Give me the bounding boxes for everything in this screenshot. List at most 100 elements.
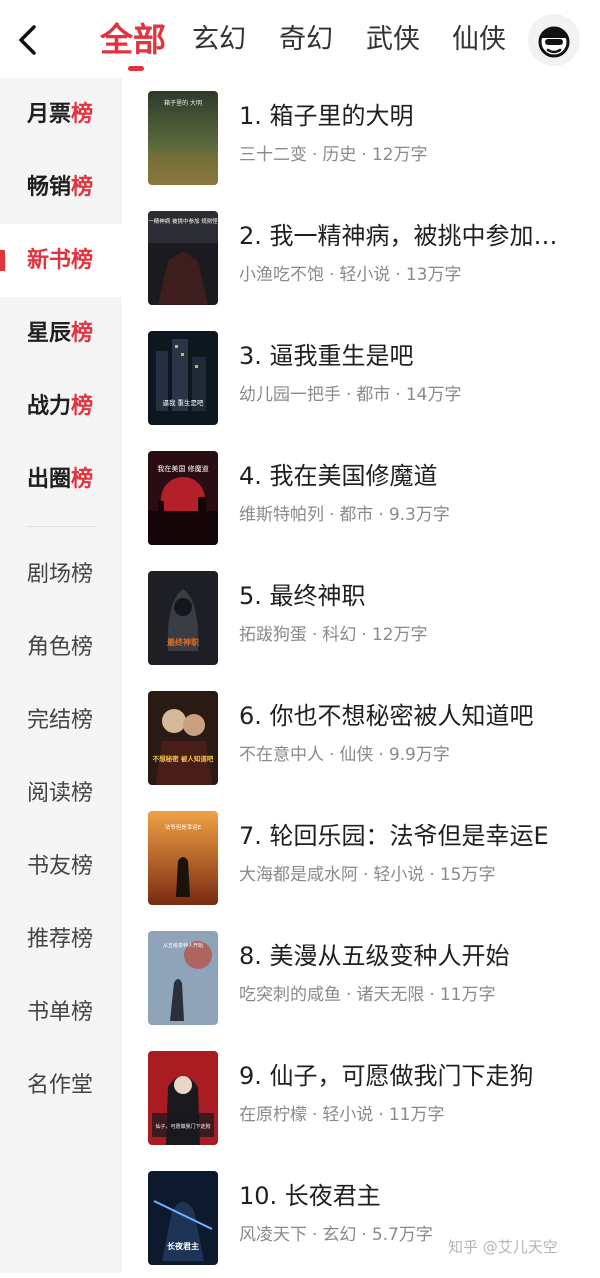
book-word-count: 13万字 [405, 265, 462, 285]
cover-title-text: 我在美国 修魔道 [157, 464, 208, 473]
tab-all[interactable]: 全部 [100, 18, 166, 71]
book-genre: 仙侠 [339, 745, 374, 765]
cover-title-text: 逼我 重生是吧 [162, 398, 204, 407]
book-author: 在原柠檬 [239, 1105, 307, 1125]
sidebar-item-recommend[interactable]: 推荐榜 [0, 903, 122, 976]
book-genre: 科幻 [322, 625, 357, 645]
book-word-count: 11万字 [388, 1105, 445, 1125]
watermark: 知乎 @艾儿天空 [448, 1238, 558, 1256]
sidebar-item-completed[interactable]: 完结榜 [0, 684, 122, 757]
book-item[interactable]: 仙子，可愿做我门下走狗 9. 仙子，可愿做我门下走狗 在原柠檬 · 轻小说 · 11万字 [122, 1038, 600, 1158]
sidebar-item-breakout[interactable]: 出圈榜 [0, 443, 122, 516]
book-meta: 小渔吃不饱 · 轻小说 · 13万字 [239, 265, 462, 285]
book-item[interactable]: 我一精神病 被挑中参加 规则怪谈 2. 我一精神病，被挑中参加规则怪谈 小渔吃不… [122, 198, 600, 318]
sidebar-item-suffix: 榜 [71, 394, 94, 419]
book-cover: 法爷但是幸运E [148, 811, 218, 905]
book-meta: 不在意中人 · 仙侠 · 9.9万字 [239, 745, 450, 765]
book-meta: 维斯特帕列 · 都市 · 9.3万字 [239, 505, 450, 525]
book-title: 1. 箱子里的大明 [239, 102, 414, 130]
book-title: 10. 长夜君主 [239, 1182, 381, 1210]
book-item[interactable]: 法爷但是幸运E 7. 轮回乐园：法爷但是幸运E 大海都是咸水阿 · 轻小说 · 15万字 [122, 798, 600, 918]
sidebar-item-reading[interactable]: 阅读榜 [0, 757, 122, 830]
book-item[interactable]: 从五级变种人开始 8. 美漫从五级变种人开始 吃突刺的咸鱼 · 诸天无限 · 11万字 [122, 918, 600, 1038]
book-genre: 轻小说 [373, 865, 425, 885]
book-item[interactable]: 长夜君主 10. 长夜君主 风凌天下 · 玄幻 · 5.7万字 [122, 1158, 600, 1278]
cover-title-text: 法爷但是幸运E [165, 823, 202, 831]
sidebar-item-suffix: 榜 [71, 467, 94, 492]
user-avatar-icon [538, 26, 570, 58]
book-genre: 都市 [356, 385, 391, 405]
cover-title-text: 不想秘密 被人知道吧 [153, 754, 214, 763]
sidebar-item-label: 畅销 [27, 175, 72, 200]
sidebar-item-character[interactable]: 角色榜 [0, 611, 122, 684]
book-title: 3. 逼我重生是吧 [239, 342, 414, 370]
user-avatar-button[interactable] [528, 14, 580, 66]
book-genre: 轻小说 [322, 1105, 374, 1125]
book-title: 7. 轮回乐园：法爷但是幸运E [239, 822, 549, 850]
tab-label: 全部 [100, 20, 166, 59]
sidebar-item-label: 月票 [27, 102, 72, 127]
book-genre: 历史 [322, 145, 357, 165]
book-cover: 逼我 重生是吧 [148, 331, 218, 425]
sidebar-item-label: 战力 [27, 394, 72, 419]
book-word-count: 5.7万字 [371, 1225, 433, 1245]
book-word-count: 9.3万字 [388, 505, 450, 525]
book-title: 5. 最终神职 [239, 582, 366, 610]
book-word-count: 14万字 [405, 385, 462, 405]
cover-title-text: 最终神职 [167, 637, 199, 647]
sidebar-item-new-books[interactable]: 新书榜 [0, 224, 122, 297]
book-cover: 我一精神病 被挑中参加 规则怪谈 [148, 211, 218, 305]
book-item[interactable]: 箱子里的 大明 1. 箱子里的大明 三十二变 · 历史 · 12万字 [122, 78, 600, 198]
book-title: 9. 仙子，可愿做我门下走狗 [239, 1062, 534, 1090]
book-cover: 我在美国 修魔道 [148, 451, 218, 545]
book-author: 不在意中人 [239, 745, 324, 765]
book-author: 小渔吃不饱 [239, 265, 324, 285]
book-meta: 三十二变 · 历史 · 12万字 [239, 145, 428, 165]
book-cover: 不想秘密 被人知道吧 [148, 691, 218, 785]
book-word-count: 12万字 [371, 145, 428, 165]
book-title: 4. 我在美国修魔道 [239, 462, 438, 490]
sidebar-item-label: 星辰 [27, 321, 72, 346]
sidebar-item-stars[interactable]: 星辰榜 [0, 297, 122, 370]
sidebar-item-bestseller[interactable]: 畅销榜 [0, 151, 122, 224]
cover-title-text: 仙子，可愿做我门下走狗 [155, 1123, 210, 1130]
sidebar-item-theater[interactable]: 剧场榜 [0, 538, 122, 611]
cover-title-text: 长夜君主 [167, 1241, 199, 1251]
active-tab-indicator [128, 66, 144, 71]
tab-xuanhuan[interactable]: 玄幻 [192, 18, 246, 68]
tab-wuxia[interactable]: 武侠 [366, 18, 420, 68]
book-meta: 幼儿园一把手 · 都市 · 14万字 [239, 385, 462, 405]
sidebar-item-reader-friends[interactable]: 书友榜 [0, 830, 122, 903]
sidebar-item-suffix: 榜 [71, 321, 94, 346]
sidebar-item-power[interactable]: 战力榜 [0, 370, 122, 443]
book-meta: 在原柠檬 · 轻小说 · 11万字 [239, 1105, 445, 1125]
book-item[interactable]: 不想秘密 被人知道吧 6. 你也不想秘密被人知道吧 不在意中人 · 仙侠 · 9.9万字 [122, 678, 600, 798]
back-button[interactable] [14, 22, 44, 58]
sidebar-item-monthly-ticket[interactable]: 月票榜 [0, 78, 122, 151]
book-author: 吃突刺的咸鱼 [239, 985, 341, 1005]
book-item[interactable]: 我在美国 修魔道 4. 我在美国修魔道 维斯特帕列 · 都市 · 9.3万字 [122, 438, 600, 558]
top-bar: 全部 玄幻 奇幻 武侠 仙侠 [0, 0, 600, 78]
book-author: 风凌天下 [239, 1225, 307, 1245]
tab-qihuan[interactable]: 奇幻 [279, 18, 333, 68]
book-cover: 长夜君主 [148, 1171, 218, 1265]
sidebar-item-label: 出圈 [27, 467, 72, 492]
book-author: 三十二变 [239, 145, 307, 165]
book-word-count: 9.9万字 [388, 745, 450, 765]
book-meta: 吃突刺的咸鱼 · 诸天无限 · 11万字 [239, 985, 496, 1005]
book-cover: 箱子里的 大明 [148, 91, 218, 185]
book-genre: 轻小说 [339, 265, 391, 285]
sidebar-item-masterpieces[interactable]: 名作堂 [0, 1049, 122, 1122]
sidebar-item-suffix: 榜 [71, 175, 94, 200]
book-author: 拓跋狗蛋 [239, 625, 307, 645]
book-title: 2. 我一精神病，被挑中参加规则怪谈 [239, 222, 575, 250]
book-word-count: 15万字 [439, 865, 496, 885]
tab-xianxia[interactable]: 仙侠 [452, 18, 506, 68]
sidebar-item-label: 新书 [27, 248, 72, 273]
book-item[interactable]: 最终神职 5. 最终神职 拓跋狗蛋 · 科幻 · 12万字 [122, 558, 600, 678]
cover-title-text: 箱子里的 大明 [164, 99, 202, 107]
book-item[interactable]: 逼我 重生是吧 3. 逼我重生是吧 幼儿园一把手 · 都市 · 14万字 [122, 318, 600, 438]
ranking-sidebar: 月票榜 畅销榜 新书榜 星辰榜 战力榜 出圈榜 剧场榜 角色榜 完结榜 阅读榜 … [0, 78, 122, 1273]
sidebar-item-booklist[interactable]: 书单榜 [0, 976, 122, 1049]
book-word-count: 11万字 [439, 985, 496, 1005]
